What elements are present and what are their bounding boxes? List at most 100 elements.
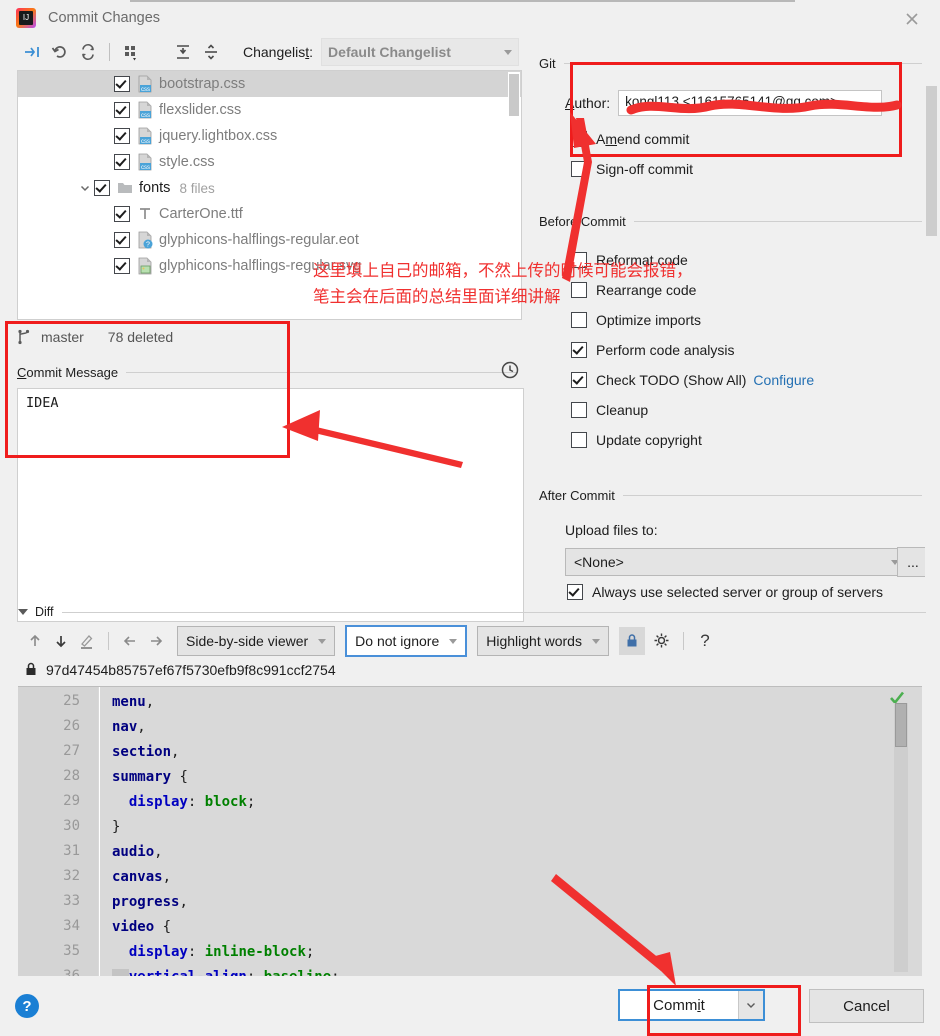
configure-link[interactable]: Configure	[753, 372, 814, 388]
prev-difference-icon[interactable]	[22, 628, 48, 654]
cancel-button[interactable]: Cancel	[809, 989, 924, 1023]
file-name: glyphicons-halflings-regular.svg	[159, 258, 362, 274]
list-item[interactable]: CarterOne.ttf	[18, 201, 521, 227]
code-text-area[interactable]: menu, nav, section, summary { display: bloc…	[99, 687, 862, 976]
always-use-server-checkbox[interactable]	[567, 584, 583, 600]
list-item[interactable]: ? glyphicons-halflings-regular.eot	[18, 227, 521, 253]
changes-toolbar: Changelist: Default Changelist	[0, 36, 531, 68]
expand-all-icon[interactable]	[169, 40, 197, 64]
revision-row: 97d47454b85757ef67f5730efb9f8c991ccf2754	[0, 658, 940, 682]
rearrange-code-row[interactable]: Rearrange code	[571, 282, 696, 298]
list-item[interactable]: css bootstrap.css	[18, 71, 521, 97]
edit-source-icon[interactable]	[74, 628, 100, 654]
file-checkbox[interactable]	[114, 128, 130, 144]
cleanup-row[interactable]: Cleanup	[571, 402, 648, 418]
list-item[interactable]: css jquery.lightbox.css	[18, 123, 521, 149]
diff-section: Diff Side-by-side viewer Do not ignore H…	[0, 600, 940, 976]
list-item[interactable]: glyphicons-halflings-regular.svg	[18, 253, 521, 279]
collapse-triangle-icon[interactable]	[18, 609, 28, 615]
ignore-mode-dropdown[interactable]: Do not ignore	[345, 625, 468, 657]
chevron-down-icon[interactable]	[738, 991, 763, 1019]
perform-code-analysis-checkbox[interactable]	[571, 342, 587, 358]
optimize-imports-label: Optimize imports	[596, 312, 702, 328]
code-line: progress,	[112, 889, 862, 914]
code-token: ;	[331, 969, 339, 977]
check-todo-row[interactable]: Check TODO (Show All) Configure	[571, 372, 814, 388]
commit-button-group[interactable]: Comm i t	[618, 989, 765, 1021]
next-file-icon[interactable]	[143, 628, 169, 654]
file-checkbox[interactable]	[114, 76, 130, 92]
changelist-dropdown[interactable]: Default Changelist	[321, 38, 520, 66]
group-by-icon[interactable]	[117, 40, 145, 64]
amend-commit-checkbox[interactable]	[571, 131, 587, 147]
clock-icon[interactable]	[500, 360, 520, 380]
viewer-mode-dropdown[interactable]: Side-by-side viewer	[177, 626, 336, 656]
check-todo-checkbox[interactable]	[571, 372, 587, 388]
previous-file-icon[interactable]	[117, 628, 143, 654]
reformat-code-label: Reformat code	[596, 252, 688, 268]
reformat-code-row[interactable]: Reformat code	[571, 252, 688, 268]
file-name: bootstrap.css	[159, 76, 246, 92]
update-copyright-checkbox[interactable]	[571, 432, 587, 448]
code-line: section,	[112, 739, 862, 764]
collapse-to-left-icon[interactable]	[18, 40, 46, 64]
refresh-icon[interactable]	[74, 40, 102, 64]
revert-icon[interactable]	[46, 40, 74, 64]
options-panel-scrollbar-thumb[interactable]	[926, 86, 937, 236]
commit-button[interactable]: Comm i t	[620, 991, 738, 1019]
titlebar-top-line	[130, 0, 795, 2]
lock-icon[interactable]	[618, 627, 645, 655]
diff-section-header[interactable]: Diff	[0, 600, 940, 624]
folder-name: fonts	[139, 180, 171, 196]
file-checkbox[interactable]	[114, 102, 130, 118]
file-checkbox[interactable]	[114, 258, 130, 274]
folder-checkbox[interactable]	[94, 180, 110, 196]
perform-code-analysis-row[interactable]: Perform code analysis	[571, 342, 735, 358]
cleanup-checkbox[interactable]	[571, 402, 587, 418]
question-icon[interactable]: ?	[692, 628, 718, 654]
rearrange-code-checkbox[interactable]	[571, 282, 587, 298]
highlight-mode-dropdown[interactable]: Highlight words	[477, 626, 609, 656]
diff-code-viewer[interactable]: 25 26 27 28 29 30 31 32 33 34 35 36 menu…	[18, 686, 922, 976]
file-checkbox[interactable]	[114, 206, 130, 222]
code-scrollbar-thumb[interactable]	[895, 703, 907, 747]
signoff-commit-checkbox[interactable]	[571, 161, 587, 177]
signoff-commit-row[interactable]: Sign-off commit	[571, 161, 693, 177]
upload-files-label: Upload files to:	[565, 522, 658, 538]
upload-target-dropdown[interactable]: <None>	[565, 548, 908, 576]
collapse-all-icon[interactable]	[197, 40, 225, 64]
code-scrollbar[interactable]	[894, 703, 908, 972]
always-use-server-row[interactable]: Always use selected server or group of s…	[567, 584, 883, 600]
file-name: style.css	[159, 154, 215, 170]
upload-target-value: <None>	[574, 554, 624, 570]
reformat-code-checkbox[interactable]	[571, 252, 587, 268]
amend-commit-row[interactable]: Amend commit	[571, 131, 689, 147]
svg-text:css: css	[141, 87, 150, 93]
update-copyright-row[interactable]: Update copyright	[571, 432, 702, 448]
code-token: :	[247, 969, 264, 977]
options-panel-scrollbar[interactable]	[925, 86, 938, 586]
file-checkbox[interactable]	[114, 232, 130, 248]
file-list-scrollbar[interactable]	[508, 72, 520, 318]
divider	[126, 371, 518, 373]
list-item[interactable]: css style.css	[18, 149, 521, 175]
code-line: }	[112, 814, 862, 839]
help-icon[interactable]: ?	[15, 994, 39, 1018]
commit-message-input[interactable]: IDEA	[17, 388, 524, 622]
close-icon[interactable]	[902, 9, 922, 29]
next-difference-icon[interactable]	[48, 628, 74, 654]
cleanup-label: Cleanup	[596, 402, 649, 418]
gear-icon[interactable]	[649, 628, 675, 654]
divider	[563, 63, 922, 64]
list-item[interactable]: css flexslider.css	[18, 97, 521, 123]
changed-files-list[interactable]: css bootstrap.css css flexslider.css css…	[17, 70, 522, 320]
optimize-imports-checkbox[interactable]	[571, 312, 587, 328]
author-input[interactable]: kongl113 <11615765141@qq.com>	[618, 90, 883, 116]
optimize-imports-row[interactable]: Optimize imports	[571, 312, 701, 328]
perform-code-analysis-label: Perform code analysis	[596, 342, 735, 358]
file-list-scrollbar-thumb[interactable]	[509, 74, 519, 116]
line-number: 27	[63, 743, 80, 759]
list-item[interactable]: fonts 8 files	[18, 175, 521, 201]
chevron-down-icon[interactable]	[78, 182, 92, 194]
file-checkbox[interactable]	[114, 154, 130, 170]
